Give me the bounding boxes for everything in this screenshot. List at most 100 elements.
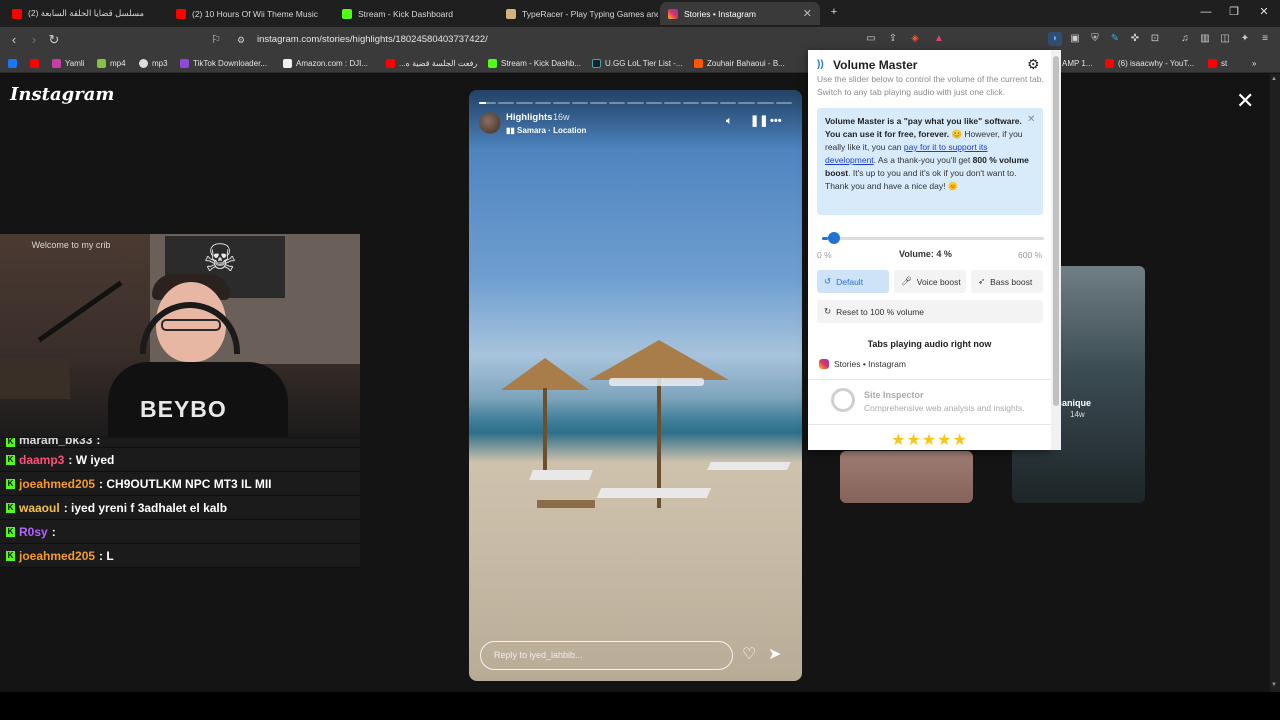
chat-username[interactable]: maram_bk33 bbox=[19, 438, 92, 447]
bookmark-label: Amazon.com : DJI... bbox=[296, 58, 369, 68]
story-progress-segment bbox=[627, 102, 644, 104]
default-preset-button[interactable]: ↺ Default bbox=[817, 270, 889, 293]
promo-title[interactable]: Site Inspector bbox=[864, 390, 924, 400]
scroll-down-arrow-icon[interactable]: ▼ bbox=[1271, 682, 1277, 688]
bookmark-facebook[interactable] bbox=[8, 56, 17, 70]
bookmark-yamli[interactable]: Yamli bbox=[52, 56, 84, 70]
story-location[interactable]: ▮▮ Samara · Location bbox=[506, 126, 586, 135]
reply-input[interactable]: Reply to iyed_lahbib... bbox=[480, 641, 733, 670]
microphone-arm bbox=[37, 280, 123, 343]
speaker-icon[interactable]: 🔈︎ bbox=[726, 115, 733, 127]
bookmark-mp4[interactable]: mp4 bbox=[97, 56, 126, 70]
brave-rewards-icon[interactable]: ▲ bbox=[932, 32, 946, 46]
bookmark-kick-dashboard[interactable]: Stream - Kick Dashb... bbox=[488, 56, 581, 70]
bookmark-st[interactable]: st bbox=[1208, 56, 1227, 70]
like-heart-icon[interactable]: ♡ bbox=[742, 646, 756, 664]
bookmark-amazon[interactable]: Amazon.com : DJI... bbox=[283, 56, 368, 70]
story-preview-card[interactable] bbox=[840, 451, 973, 503]
reload-icon[interactable]: ↻ bbox=[46, 32, 62, 48]
chat-username[interactable]: joeahmed205 bbox=[19, 549, 95, 563]
sidebar-icon[interactable]: ▥ bbox=[1198, 32, 1212, 46]
music-icon bbox=[139, 58, 148, 68]
close-tab-icon[interactable]: ✕ bbox=[803, 7, 812, 20]
bookmark-ugg[interactable]: U.GG LoL Tier List -... bbox=[592, 56, 683, 70]
voice-boost-button[interactable]: 🎤︎ Voice boost bbox=[894, 270, 966, 293]
bass-boost-button[interactable]: ➶ Bass boost bbox=[971, 270, 1043, 293]
share-icon[interactable]: ⇪ bbox=[886, 32, 900, 46]
screenshot-icon[interactable]: ⊡ bbox=[1148, 32, 1162, 46]
menu-icon[interactable]: ≡ bbox=[1258, 32, 1272, 46]
gear-icon[interactable]: ⚙ bbox=[1027, 56, 1040, 73]
more-options-icon[interactable]: ••• bbox=[770, 115, 782, 127]
chat-username[interactable]: waaoul bbox=[19, 501, 60, 515]
story-progress-segment bbox=[608, 102, 626, 104]
cast-icon[interactable]: ▭ bbox=[864, 32, 878, 46]
story-frame[interactable]: Highlights 16w ▮▮ Samara · Location 🔈︎ ❚… bbox=[469, 90, 802, 681]
rating-stars[interactable]: ★★★★★ bbox=[808, 430, 1051, 450]
kick-badge-icon: K bbox=[6, 550, 15, 561]
bookmark-tiktok-downloader[interactable]: TikTok Downloader... bbox=[180, 56, 267, 70]
bookmark-arabic-video[interactable]: رفعت الجلسة قضية ه... bbox=[386, 56, 477, 70]
volume-slider-thumb[interactable] bbox=[828, 232, 840, 244]
story-progress-segment bbox=[775, 102, 793, 104]
instagram-logo[interactable]: Instagram bbox=[10, 84, 114, 105]
beach-umbrella bbox=[501, 358, 589, 390]
chat-text: : W iyed bbox=[68, 452, 115, 467]
close-window-icon[interactable]: ✕ bbox=[1256, 4, 1272, 20]
story-progress-segment bbox=[719, 102, 737, 104]
bookmark-zouhair[interactable]: Zouhair Bahaoui - B... bbox=[694, 56, 785, 70]
chat-username[interactable]: joeahmed205 bbox=[19, 477, 95, 491]
site-settings-icon[interactable]: ⚙ bbox=[237, 30, 245, 50]
audio-tab-item[interactable]: Stories • Instagram bbox=[819, 359, 906, 369]
bookmark-mp3[interactable]: mp3 bbox=[139, 56, 168, 70]
tab-youtube-series[interactable]: مسلسل قضايا الحلقة السابعة (2) bbox=[4, 2, 164, 25]
story-progress-segment bbox=[664, 102, 681, 104]
tab-typeracer[interactable]: TypeRacer - Play Typing Games and bbox=[498, 2, 658, 25]
back-icon[interactable]: ‹ bbox=[6, 32, 22, 48]
shield-icon[interactable]: ⛨ bbox=[1088, 32, 1102, 46]
popup-scrollbar-thumb[interactable] bbox=[1053, 56, 1059, 406]
bookmark-isaacwhy[interactable]: (6) isaacwhy - YouT... bbox=[1105, 56, 1194, 70]
kick-badge-icon: K bbox=[6, 454, 15, 465]
bookmark-amp[interactable]: AMP 1... bbox=[1062, 56, 1093, 70]
chat-text: : CH9OUTLKM NPC MT3 IL MII bbox=[99, 476, 272, 491]
volume-slider-track[interactable] bbox=[822, 237, 1044, 240]
smile-icon: 😊 bbox=[951, 129, 963, 139]
restore-icon[interactable]: ❐ bbox=[1226, 4, 1242, 20]
story-avatar[interactable] bbox=[479, 112, 501, 134]
pause-icon[interactable]: ❚❚ bbox=[750, 115, 768, 127]
wallet-icon[interactable]: ◫ bbox=[1218, 32, 1232, 46]
media-control-icon[interactable]: ♫ bbox=[1178, 32, 1192, 46]
chat-username[interactable]: daamp3 bbox=[19, 453, 64, 467]
story-progress-segment bbox=[756, 102, 774, 104]
brave-shield-icon[interactable]: ◈ bbox=[908, 32, 922, 46]
tab-wii-music[interactable]: (2) 10 Hours Of Wii Theme Music bbox=[168, 2, 326, 25]
tab-kick-dashboard[interactable]: Stream - Kick Dashboard bbox=[334, 2, 494, 25]
scroll-up-arrow-icon[interactable]: ▲ bbox=[1271, 76, 1277, 82]
leo-ai-icon[interactable]: ✦ bbox=[1238, 32, 1252, 46]
chat-username[interactable]: R0sy bbox=[19, 525, 48, 539]
extension-icon[interactable]: ▣ bbox=[1068, 32, 1082, 46]
close-note-icon[interactable]: ✕ bbox=[1027, 114, 1035, 125]
divider bbox=[808, 424, 1051, 425]
extensions-puzzle-icon[interactable]: ✜ bbox=[1128, 32, 1142, 46]
send-direct-icon[interactable]: ➤ bbox=[768, 646, 781, 664]
story-age: 16w bbox=[553, 112, 570, 122]
volume-master-extension-icon[interactable]: ◗ bbox=[1048, 32, 1062, 46]
tab-instagram-stories[interactable]: Stories • Instagram ✕ bbox=[660, 2, 820, 25]
reset-volume-button[interactable]: ↻ Reset to 100 % volume bbox=[817, 300, 1043, 323]
browser-tab-bar: مسلسل قضايا الحلقة السابعة (2) (2) 10 Ho… bbox=[0, 0, 1280, 27]
close-story-icon[interactable]: ✕ bbox=[1236, 90, 1254, 112]
story-title[interactable]: Highlights bbox=[506, 112, 552, 123]
translate-icon[interactable]: ✎ bbox=[1108, 32, 1122, 46]
forward-icon[interactable]: › bbox=[26, 32, 42, 48]
url-field[interactable]: ⚙ instagram.com/stories/highlights/18024… bbox=[230, 30, 950, 50]
more-bookmarks-icon[interactable]: » bbox=[1252, 56, 1256, 70]
minimize-icon[interactable]: — bbox=[1198, 4, 1214, 20]
new-tab-button[interactable]: + bbox=[826, 4, 842, 20]
bookmark-youtube[interactable] bbox=[30, 56, 39, 70]
audio-tabs-heading: Tabs playing audio right now bbox=[867, 339, 992, 349]
bookmark-icon[interactable]: ⚐ bbox=[208, 32, 224, 48]
chat-message: Kjoeahmed205: L bbox=[0, 544, 360, 568]
page-scrollbar[interactable] bbox=[1270, 74, 1280, 692]
